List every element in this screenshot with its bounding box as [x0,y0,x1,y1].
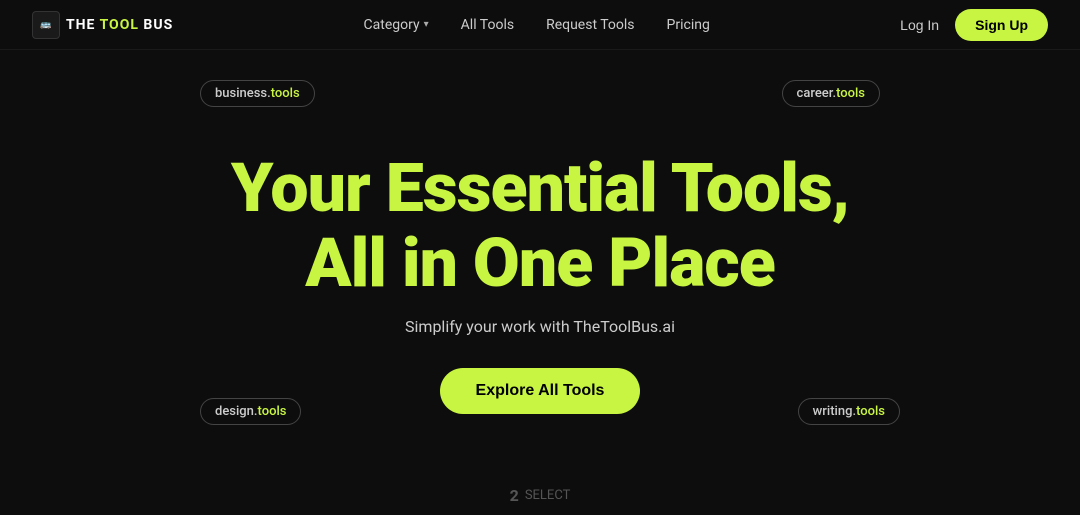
chevron-down-icon: ▾ [424,19,429,30]
explore-button[interactable]: Explore All Tools [440,368,641,414]
navbar: 🚌 THE TOOL BUS Category ▾ All Tools Requ… [0,0,1080,50]
tag-writing: writing.tools [798,398,900,425]
login-button[interactable]: Log In [900,17,939,33]
nav-all-tools[interactable]: All Tools [461,17,514,33]
signup-button[interactable]: Sign Up [955,9,1048,41]
logo-icon: 🚌 [32,11,60,39]
nav-pricing[interactable]: Pricing [667,17,710,33]
logo[interactable]: 🚌 THE TOOL BUS [32,11,173,39]
nav-auth: Log In Sign Up [900,9,1048,41]
scroll-indicator: 2 SELECT [510,486,571,505]
nav-category[interactable]: Category ▾ [364,17,429,33]
hero-title: Your Essential Tools, All in One Place [190,151,890,301]
hero-subtitle: Simplify your work with TheToolBus.ai [405,317,675,336]
logo-text: THE TOOL BUS [66,17,173,33]
tag-business: business.tools [200,80,315,107]
nav-links: Category ▾ All Tools Request Tools Prici… [364,17,710,33]
hero-section: business.tools career.tools Your Essenti… [0,50,1080,515]
scroll-number: 2 [510,486,519,505]
tag-design: design.tools [200,398,301,425]
tag-career: career.tools [782,80,880,107]
nav-request-tools[interactable]: Request Tools [546,17,634,33]
scroll-label: SELECT [525,488,571,503]
